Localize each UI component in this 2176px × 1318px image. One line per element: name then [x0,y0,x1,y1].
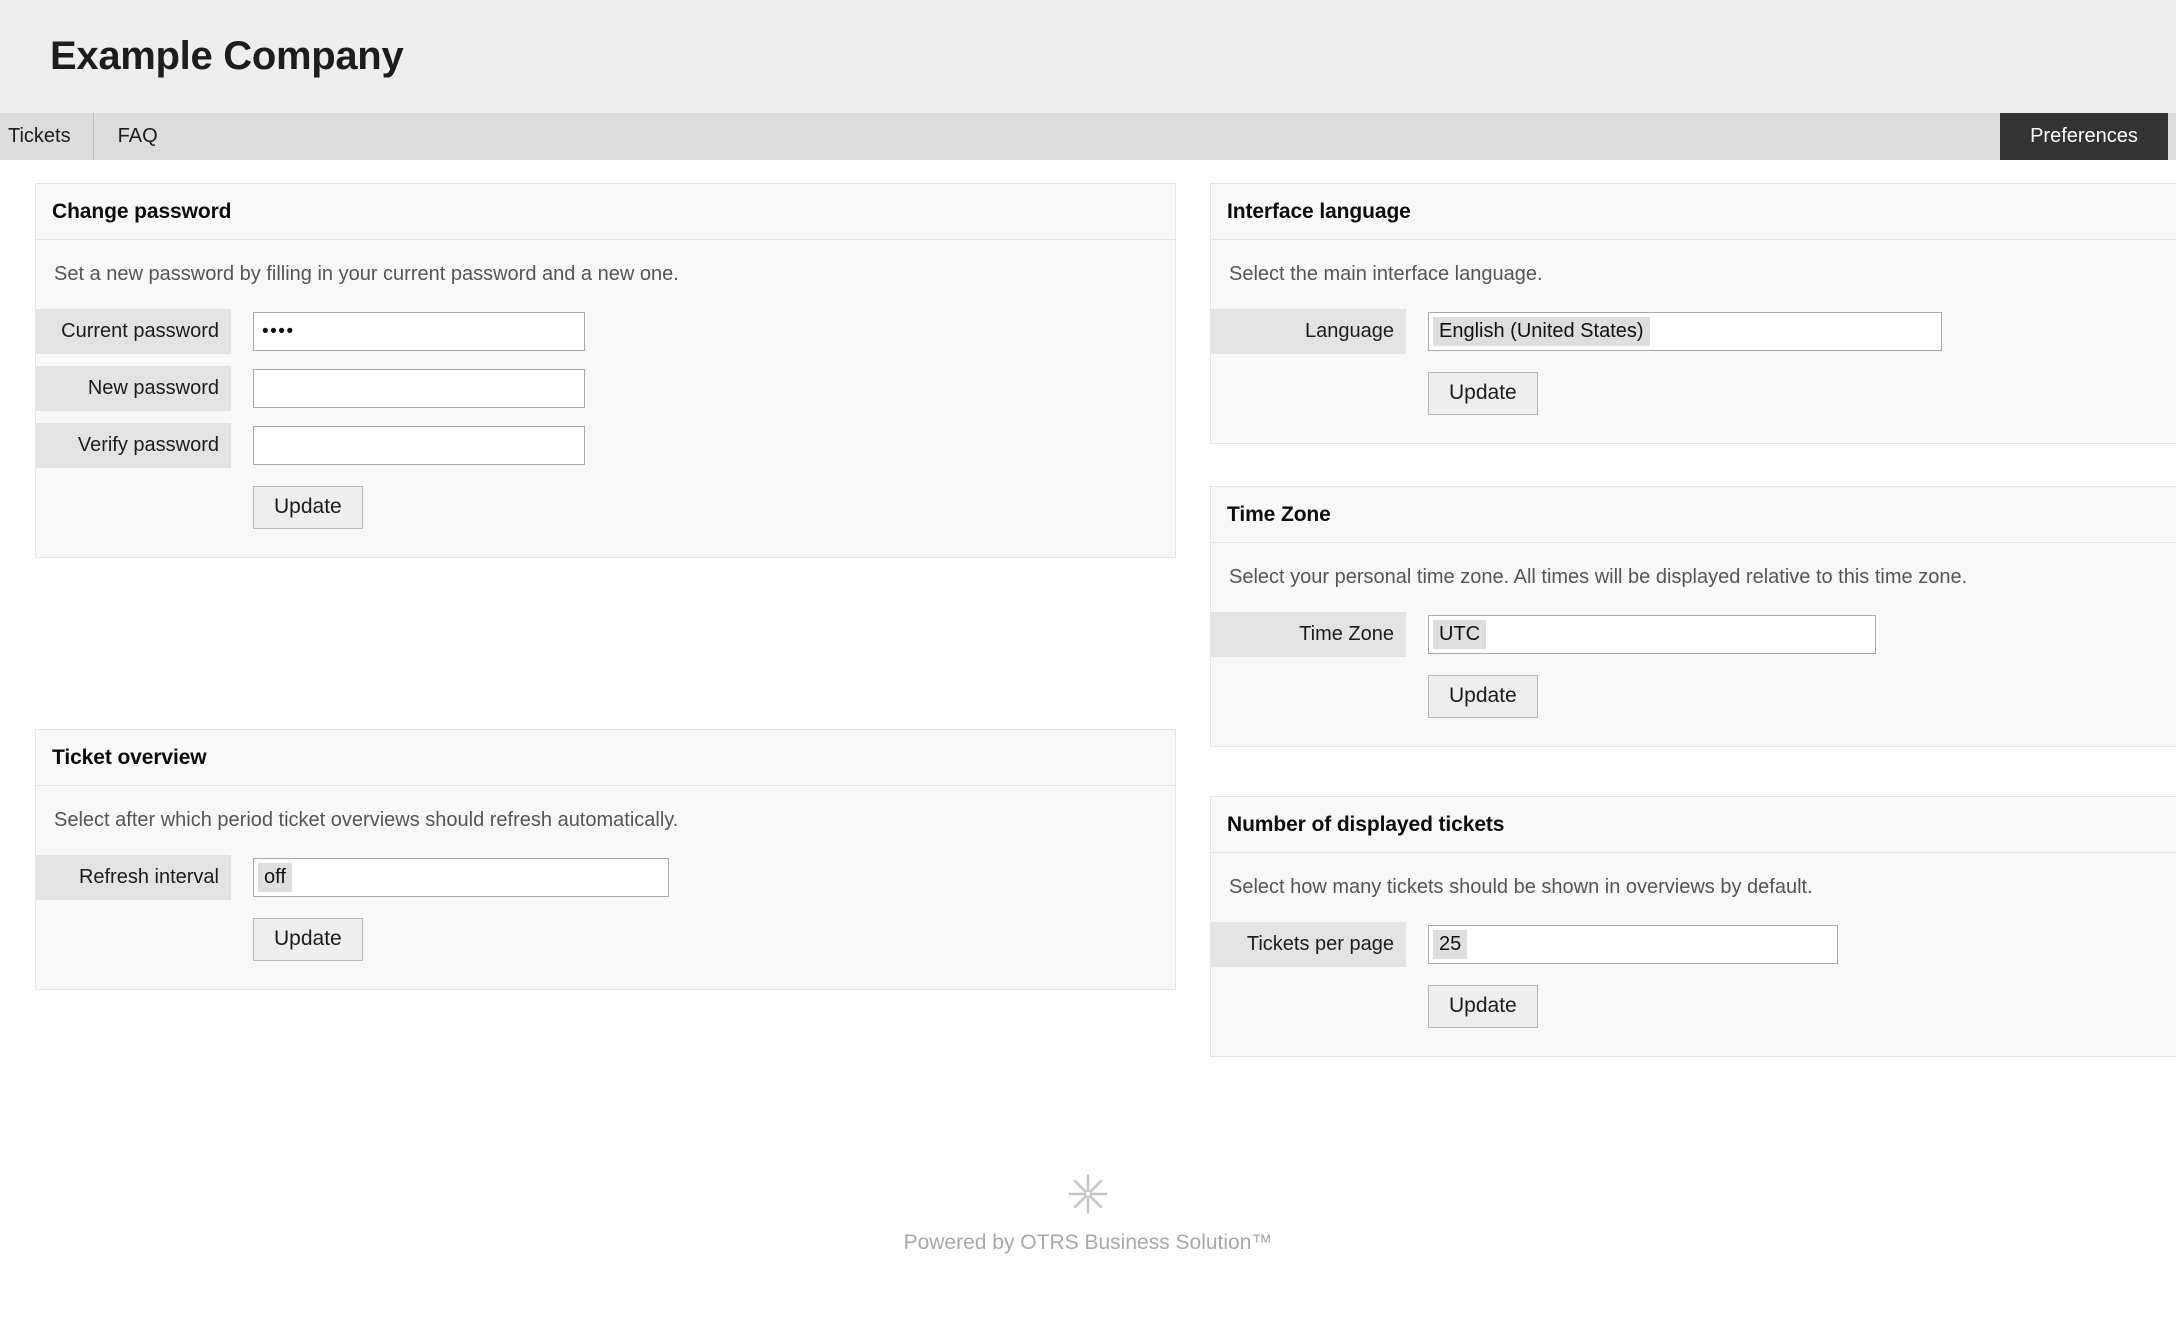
panel-header-interface-language: Interface language [1211,184,2176,240]
control-language: English (United States) [1406,312,1942,351]
panel-body-interface-language: Select the main interface language. Lang… [1211,240,2176,443]
panel-ticket-overview: Ticket overview Select after which perio… [35,729,1176,990]
panel-body-ticket-overview: Select after which period ticket overvie… [36,786,1175,989]
panel-header-displayed-tickets: Number of displayed tickets [1211,797,2176,853]
current-password-input[interactable]: •••• [253,312,585,351]
panel-header-change-password: Change password [36,184,1175,240]
panel-interface-language: Interface language Select the main inter… [1210,183,2176,444]
field-row-verify-password: Verify password [36,423,1175,468]
field-row-tickets-per-page: Tickets per page 25 [1211,922,2176,967]
update-refresh-interval-button[interactable]: Update [253,918,363,961]
site-header: Example Company [0,0,2176,113]
control-tickets-per-page: 25 [1406,925,1838,964]
control-new-password [231,369,585,408]
asterisk-star-icon [1065,1171,1111,1217]
time-zone-value: UTC [1433,620,1486,649]
label-verify-password: Verify password [36,423,231,468]
tickets-per-page-value: 25 [1433,930,1467,959]
refresh-interval-select[interactable]: off [253,858,669,897]
panel-description-ticket-overview: Select after which period ticket overvie… [36,786,1175,855]
left-column: Change password Set a new password by fi… [35,183,1176,1022]
panel-description-displayed-tickets: Select how many tickets should be shown … [1211,853,2176,922]
nav-left-group: Tickets FAQ [0,113,182,160]
field-row-current-password: Current password •••• [36,309,1175,354]
panel-header-time-zone: Time Zone [1211,487,2176,543]
field-row-refresh-interval: Refresh interval off [36,855,1175,900]
label-language: Language [1211,309,1406,354]
main-navigation: Tickets FAQ Preferences [0,113,2176,160]
update-password-button[interactable]: Update [253,486,363,529]
right-column: Interface language Select the main inter… [1210,183,2176,1089]
update-tickets-per-page-button[interactable]: Update [1428,985,1538,1028]
label-time-zone: Time Zone [1211,612,1406,657]
new-password-input[interactable] [253,369,585,408]
panel-columns: Change password Set a new password by fi… [0,183,2176,1089]
panel-displayed-tickets: Number of displayed tickets Select how m… [1210,796,2176,1057]
button-row-displayed-tickets: Update [1211,985,2176,1028]
time-zone-select[interactable]: UTC [1428,615,1876,654]
control-time-zone: UTC [1406,615,1876,654]
panel-title-ticket-overview: Ticket overview [52,746,1159,770]
label-refresh-interval: Refresh interval [36,855,231,900]
control-refresh-interval: off [231,858,669,897]
nav-item-faq[interactable]: FAQ [94,113,182,160]
panel-description-change-password: Set a new password by filling in your cu… [36,240,1175,309]
field-row-language: Language English (United States) [1211,309,2176,354]
panel-title-interface-language: Interface language [1227,200,2176,224]
button-row-ticket-overview: Update [36,918,1175,961]
panel-description-interface-language: Select the main interface language. [1211,240,2176,309]
refresh-interval-value: off [258,863,292,892]
language-value: English (United States) [1433,317,1650,346]
panel-description-time-zone: Select your personal time zone. All time… [1211,543,2176,612]
control-verify-password [231,426,585,465]
current-password-value: •••• [262,313,576,350]
panel-body-change-password: Set a new password by filling in your cu… [36,240,1175,557]
nav-item-tickets[interactable]: Tickets [0,113,94,160]
footer-powered-by-text: Powered by OTRS Business Solution™ [904,1231,1273,1255]
field-row-new-password: New password [36,366,1175,411]
page-title: Example Company [50,34,403,79]
nav-right-group: Preferences [2000,113,2176,160]
field-row-time-zone: Time Zone UTC [1211,612,2176,657]
panel-title-change-password: Change password [52,200,1159,224]
panel-title-displayed-tickets: Number of displayed tickets [1227,813,2176,837]
panel-header-ticket-overview: Ticket overview [36,730,1175,786]
tickets-per-page-select[interactable]: 25 [1428,925,1838,964]
panel-body-time-zone: Select your personal time zone. All time… [1211,543,2176,746]
button-row-interface-language: Update [1211,372,2176,415]
panel-change-password: Change password Set a new password by fi… [35,183,1176,558]
label-new-password: New password [36,366,231,411]
language-select[interactable]: English (United States) [1428,312,1942,351]
page-footer: Powered by OTRS Business Solution™ [0,1171,2176,1255]
nav-item-preferences[interactable]: Preferences [2000,113,2168,160]
panel-title-time-zone: Time Zone [1227,503,2176,527]
panel-time-zone: Time Zone Select your personal time zone… [1210,486,2176,747]
label-current-password: Current password [36,309,231,354]
panel-body-displayed-tickets: Select how many tickets should be shown … [1211,853,2176,1056]
update-language-button[interactable]: Update [1428,372,1538,415]
label-tickets-per-page: Tickets per page [1211,922,1406,967]
verify-password-input[interactable] [253,426,585,465]
main-content: Change password Set a new password by fi… [0,160,2176,1089]
update-time-zone-button[interactable]: Update [1428,675,1538,718]
button-row-time-zone: Update [1211,675,2176,718]
button-row-change-password: Update [36,486,1175,529]
control-current-password: •••• [231,312,585,351]
